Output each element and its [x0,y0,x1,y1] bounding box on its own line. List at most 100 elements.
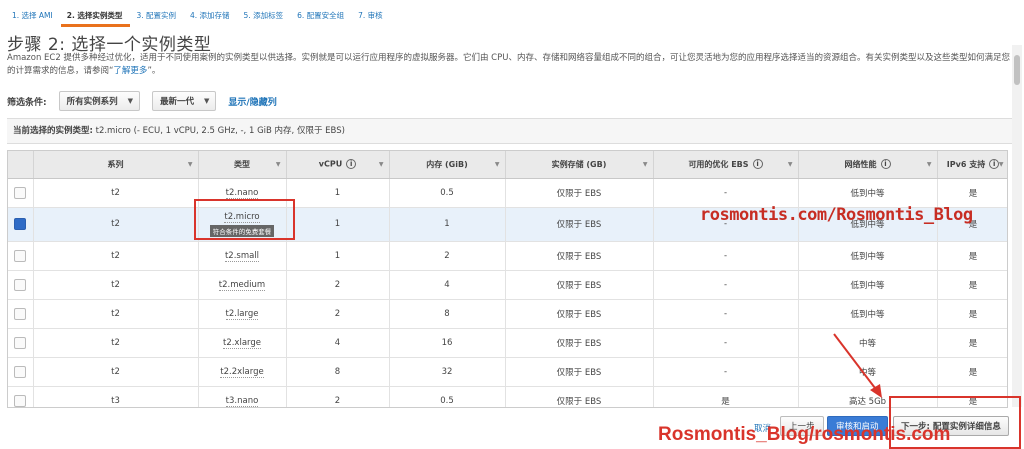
row-checkbox[interactable] [14,186,27,199]
cell-memory: 16 [389,328,506,358]
header-label: vCPU [318,159,343,169]
cell-type: t2.2xlarge [198,357,287,387]
cell-ebs: - [653,241,799,271]
table-row[interactable]: t2 t2.large 2 8 仅限于 EBS - 低到中等 是 [8,299,1007,329]
cell-vcpu: 2 [286,386,390,407]
sort-icon: ▼ [187,161,193,168]
cell-family: t2 [33,328,199,358]
current-selection: 当前选择的实例类型: t2.micro (- ECU, 1 vCPU, 2.5 … [7,118,1013,144]
cell-type: t2.large [198,299,287,329]
cell-vcpu: 8 [286,357,390,387]
step-configure-instance[interactable]: 3. 配置实例 [130,0,184,27]
cell-type: t3.nano [198,386,287,407]
cell-storage: 仅限于 EBS [505,357,654,387]
info-icon[interactable]: i [346,159,357,170]
scrollbar-thumb[interactable] [1014,55,1020,85]
cell-ipv6: 是 [937,328,1007,358]
page-scrollbar[interactable] [1012,45,1022,407]
sort-icon: ▼ [998,161,1004,168]
row-checkbox[interactable] [14,249,27,262]
table-row[interactable]: t2 t2.small 1 2 仅限于 EBS - 低到中等 是 [8,241,1007,271]
cell-vcpu: 4 [286,328,390,358]
free-tier-badge: 符合条件的免费套餐 [209,224,275,237]
info-icon[interactable]: i [752,159,763,170]
row-checkbox[interactable] [14,365,27,378]
cell-type: t2.nano [198,178,287,208]
cell-type: t2.xlarge [198,328,287,358]
sort-icon: ▼ [926,161,932,168]
row-checkbox-checked[interactable] [14,218,27,230]
generation-dropdown[interactable]: 最新一代 ▼ [152,91,217,111]
table-row[interactable]: t2 t2.medium 2 4 仅限于 EBS - 低到中等 是 [8,270,1007,300]
watermark-top: rosmontis.com/Rosmontis_Blog [700,205,973,225]
page-description: Amazon EC2 提供多种经过优化，适用于不同使用案例的实例类型以供选择。实… [7,53,1010,76]
cell-network: 低到中等 [798,178,938,208]
cell-ipv6: 是 [937,270,1007,300]
row-checkbox[interactable] [14,278,27,291]
table-row[interactable]: t3 t3.nano 2 0.5 仅限于 EBS 是 高达 5Gb 是 [8,386,1007,407]
table-row[interactable]: t2 t2.2xlarge 8 32 仅限于 EBS - 中等 是 [8,357,1007,387]
current-selection-label: 当前选择的实例类型: [13,126,93,136]
cell-memory: 32 [389,357,506,387]
step-add-storage[interactable]: 4. 添加存储 [184,0,238,27]
cell-memory: 0.5 [389,178,506,208]
column-header-family[interactable]: 系列 ▼ [33,151,199,179]
column-header-instance-storage[interactable]: 实例存储 (GB) ▼ [505,151,654,179]
row-checkbox[interactable] [14,307,27,320]
instance-family-value: 所有实例系列 [66,97,118,107]
cell-storage: 仅限于 EBS [505,207,654,242]
wizard-steps: 1. 选择 AMI 2. 选择实例类型 3. 配置实例 4. 添加存储 5. 添… [0,0,1010,27]
cell-network: 低到中等 [798,270,938,300]
info-icon[interactable]: i [989,159,1000,170]
table-header-row: 系列 ▼ 类型 ▼ vCPU i ▼ 内存 (GiB) ▼ 实例存储 (GB) ▼ 可用的优… [8,151,1007,179]
cell-ipv6: 是 [937,386,1007,407]
table-row[interactable]: t2 t2.xlarge 4 16 仅限于 EBS - 中等 是 [8,328,1007,358]
cell-family: t2 [33,207,199,242]
step-configure-security-group[interactable]: 6. 配置安全组 [291,0,352,27]
cell-family: t2 [33,299,199,329]
cell-memory: 1 [389,207,506,242]
select-column-header [8,151,34,179]
cell-network: 低到中等 [798,241,938,271]
header-label: 网络性能 [844,159,877,169]
row-checkbox[interactable] [14,394,27,407]
table-row[interactable]: t2 t2.nano 1 0.5 仅限于 EBS - 低到中等 是 [8,178,1007,208]
column-header-ipv6[interactable]: IPv6 支持 i ▼ [937,151,1007,179]
sort-icon: ▼ [378,161,384,168]
instance-family-dropdown[interactable]: 所有实例系列 ▼ [58,91,141,111]
header-label: 内存 (GiB) [426,159,468,169]
header-label: IPv6 支持 [946,159,986,169]
learn-more-link[interactable]: 了解更多 [113,66,147,76]
step-choose-ami[interactable]: 1. 选择 AMI [6,0,61,27]
cell-vcpu: 2 [286,270,390,300]
header-label: 实例存储 (GB) [551,159,607,169]
cell-family: t2 [33,178,199,208]
cell-ipv6: 是 [937,178,1007,208]
column-header-type[interactable]: 类型 ▼ [198,151,287,179]
cell-family: t2 [33,270,199,300]
row-checkbox[interactable] [14,336,27,349]
current-selection-value: t2.micro (- ECU, 1 vCPU, 2.5 GHz, -, 1 G… [95,126,345,136]
cell-memory: 8 [389,299,506,329]
watermark-bottom: Rosmontis_Blog/rosmontis.com [658,424,951,445]
type-label: t3.nano [225,395,259,407]
step-add-tags[interactable]: 5. 添加标签 [238,0,292,27]
cell-ebs: 是 [653,386,799,407]
column-header-ebs-optimized[interactable]: 可用的优化 EBS i ▼ [653,151,799,179]
sort-icon: ▼ [642,161,648,168]
column-header-network[interactable]: 网络性能 i ▼ [798,151,938,179]
generation-value: 最新一代 [160,97,195,107]
cell-type: t2.small [198,241,287,271]
step-review[interactable]: 7. 审核 [352,0,391,27]
chevron-down-icon: ▼ [127,97,134,105]
info-icon[interactable]: i [880,159,891,170]
type-label: t2.medium [218,279,266,291]
column-header-vcpu[interactable]: vCPU i ▼ [286,151,390,179]
cell-ebs: - [653,270,799,300]
step-choose-instance-type[interactable]: 2. 选择实例类型 [60,0,131,27]
column-header-memory[interactable]: 内存 (GiB) ▼ [389,151,506,179]
cell-storage: 仅限于 EBS [505,178,654,208]
cell-storage: 仅限于 EBS [505,328,654,358]
show-hide-columns-link[interactable]: 显示/隐藏列 [228,95,276,108]
filter-label: 筛选条件: [7,97,47,108]
